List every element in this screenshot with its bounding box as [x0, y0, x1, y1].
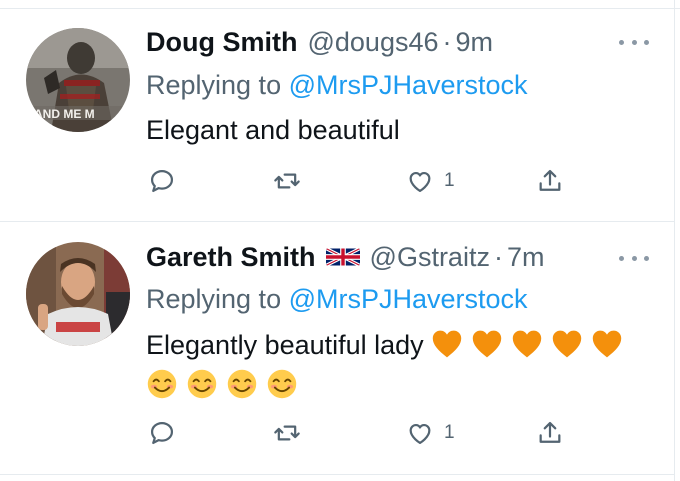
- like-count: 1: [444, 422, 455, 443]
- more-icon[interactable]: [619, 253, 649, 263]
- replying-to-link[interactable]: @MrsPJHaverstock: [289, 70, 528, 100]
- smiling-face-emoji: [187, 369, 217, 399]
- display-name[interactable]: Gareth Smith: [146, 240, 316, 274]
- like-icon: [409, 423, 431, 445]
- avatar[interactable]: [26, 242, 130, 346]
- reply-button[interactable]: [148, 166, 176, 196]
- retweet-icon: [274, 173, 300, 189]
- right-divider: [674, 0, 675, 481]
- user-handle[interactable]: @Gstraitz: [370, 240, 490, 274]
- tweet-text-content: Elegantly beautiful lady: [146, 330, 424, 360]
- orange-heart-emoji: [512, 330, 542, 358]
- share-icon: [539, 169, 561, 191]
- share-icon: [539, 421, 561, 443]
- smiling-face-emoji: [147, 369, 177, 399]
- more-icon[interactable]: [619, 37, 649, 47]
- timestamp[interactable]: 9m: [456, 25, 494, 59]
- separator-dot: ·: [493, 242, 503, 272]
- tweet-text: Elegant and beautiful: [146, 110, 646, 150]
- like-count: 1: [444, 170, 455, 191]
- retweet-button[interactable]: [273, 418, 301, 448]
- like-button[interactable]: 1: [406, 418, 455, 448]
- action-bar: 1: [148, 418, 578, 448]
- reply-tweet[interactable]: AND ME M Doug Smith @dougs46 · 9m Replyi…: [0, 10, 674, 222]
- reply-icon: [150, 169, 174, 193]
- reply-icon: [150, 421, 174, 445]
- like-icon: [409, 171, 431, 193]
- like-button[interactable]: 1: [406, 166, 455, 196]
- replying-to-line: Replying to @MrsPJHaverstock: [146, 282, 528, 316]
- reply-button[interactable]: [148, 418, 176, 448]
- separator-dot: ·: [442, 27, 452, 57]
- smiling-face-emoji: [267, 369, 297, 399]
- orange-heart-emoji: [432, 330, 462, 358]
- tweet-text-content: Elegant and beautiful: [146, 115, 400, 145]
- orange-heart-emoji: [552, 330, 582, 358]
- replying-to-link[interactable]: @MrsPJHaverstock: [289, 284, 528, 314]
- tweet-text: Elegantly beautiful lady: [146, 325, 646, 405]
- replying-to-line: Replying to @MrsPJHaverstock: [146, 68, 528, 102]
- display-name[interactable]: Doug Smith: [146, 25, 297, 59]
- replying-to-label: Replying to: [146, 284, 289, 314]
- action-bar: 1: [148, 166, 578, 196]
- replying-to-label: Replying to: [146, 70, 289, 100]
- share-button[interactable]: [536, 166, 564, 196]
- timestamp[interactable]: 7m: [507, 240, 545, 274]
- uk-flag-icon: [325, 248, 360, 266]
- tweet-header: Doug Smith @dougs46 · 9m: [146, 25, 493, 59]
- tweet-header: Gareth Smith @Gstraitz · 7m: [146, 240, 544, 274]
- smiling-face-emoji: [227, 369, 257, 399]
- user-handle[interactable]: @dougs46: [307, 25, 438, 59]
- share-button[interactable]: [536, 418, 564, 448]
- orange-heart-emoji: [592, 330, 622, 358]
- orange-heart-emoji: [472, 330, 502, 358]
- svg-text:AND ME M: AND ME M: [34, 107, 95, 121]
- reply-tweet[interactable]: Gareth Smith @Gstraitz · 7m Replying to …: [0, 222, 674, 475]
- avatar[interactable]: AND ME M: [26, 28, 130, 132]
- retweet-icon: [274, 425, 300, 441]
- retweet-button[interactable]: [273, 166, 301, 196]
- top-divider: [0, 0, 680, 9]
